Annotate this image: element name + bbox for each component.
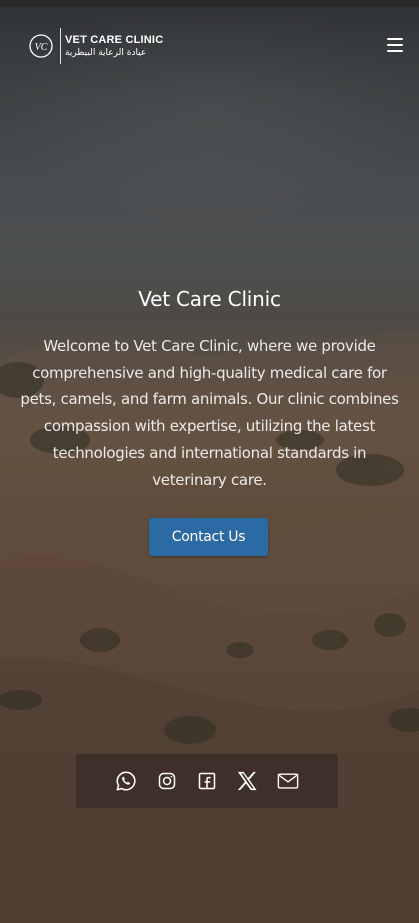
logo-name-arabic: عيادة الرعاية البيطرية <box>65 47 147 58</box>
svg-text:VC: VC <box>35 42 48 53</box>
hero-description: Welcome to Vet Care Clinic, where we pro… <box>20 337 399 489</box>
page: VC VET CARE CLINIC عيادة الرعاية البيطري… <box>0 0 419 923</box>
site-header: VC VET CARE CLINIC عيادة الرعاية البيطري… <box>0 27 419 67</box>
logo-text: VET CARE CLINIC عيادة الرعاية البيطرية <box>65 33 164 58</box>
contact-us-button[interactable]: Contact Us <box>149 518 268 556</box>
social-links-bar <box>76 754 338 808</box>
logo-name-english: VET CARE CLINIC <box>65 33 164 46</box>
hero-section: Vet Care Clinic Welcome to Vet Care Clin… <box>0 287 419 493</box>
browser-top-strip <box>0 0 419 7</box>
hero-title: Vet Care Clinic <box>138 287 281 311</box>
whatsapp-icon[interactable] <box>114 769 138 793</box>
mail-icon[interactable] <box>276 769 300 793</box>
facebook-icon[interactable] <box>195 769 219 793</box>
x-twitter-icon[interactable] <box>235 769 259 793</box>
logo-mark-icon: VC <box>26 31 56 61</box>
clinic-logo[interactable]: VC VET CARE CLINIC عيادة الرعاية البيطري… <box>26 27 163 65</box>
instagram-icon[interactable] <box>155 769 179 793</box>
logo-divider <box>60 28 61 64</box>
hamburger-menu-icon[interactable] <box>387 38 403 52</box>
